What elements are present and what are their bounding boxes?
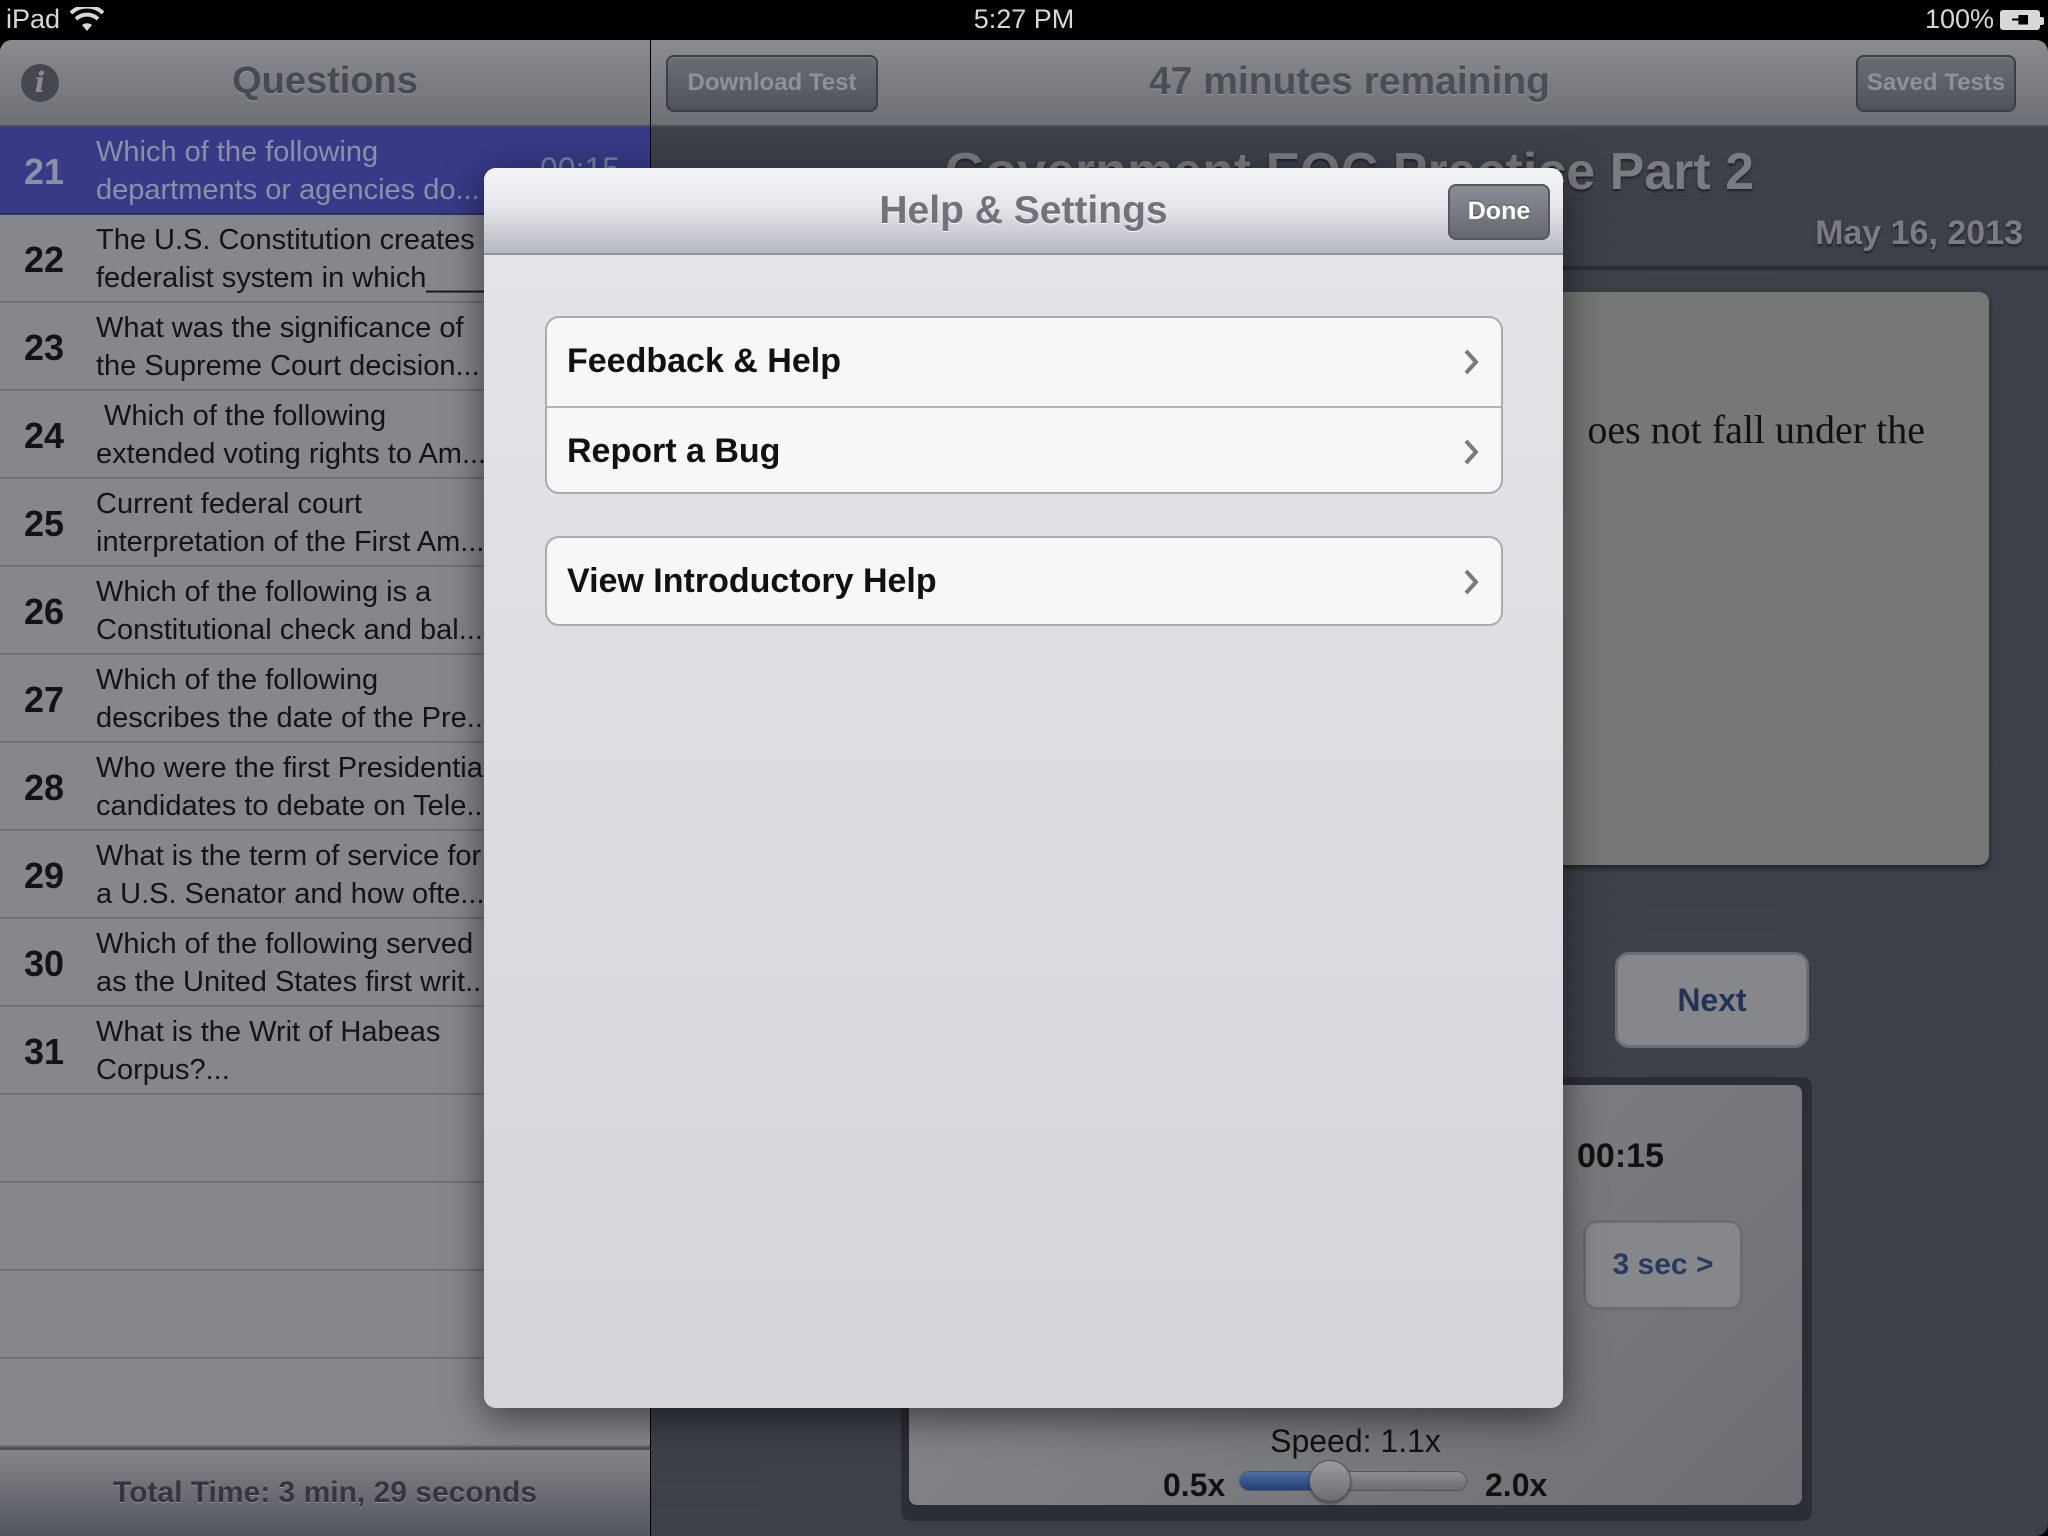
question-number: 23 (24, 327, 65, 368)
elapsed-time: 00:15 (1577, 1137, 1664, 1175)
battery-charging-icon (2000, 9, 2044, 30)
questions-header: i Questions (0, 40, 650, 127)
done-button[interactable]: Done (1448, 184, 1550, 240)
status-right: 100% (1924, 4, 2044, 35)
settings-group-intro: View Introductory Help (545, 536, 1503, 626)
question-number: 28 (24, 767, 65, 808)
question-number: 22 (24, 239, 65, 280)
question-number: 31 (24, 1031, 65, 1072)
question-number: 24 (24, 415, 65, 456)
saved-tests-button[interactable]: Saved Tests (1856, 55, 2016, 112)
modal-title: Help & Settings (879, 189, 1168, 232)
chevron-right-icon (1464, 349, 1479, 375)
question-number: 25 (24, 503, 65, 544)
speed-slider-thumb[interactable] (1309, 1460, 1352, 1502)
cell-label: Report a Bug (567, 432, 781, 470)
total-time-footer: Total Time: 3 min, 29 seconds (0, 1447, 650, 1536)
introductory-help-cell[interactable]: View Introductory Help (547, 538, 1501, 624)
test-date: May 16, 2013 (1815, 214, 2023, 252)
chevron-right-icon (1464, 439, 1479, 465)
status-bar: iPad 5:27 PM 100% (0, 0, 2048, 40)
test-toolbar: Download Test 47 minutes remaining Saved… (651, 40, 2048, 127)
cell-label: Feedback & Help (567, 342, 841, 380)
chevron-right-icon (1464, 569, 1479, 595)
questions-title: Questions (232, 60, 418, 102)
skip-forward-button[interactable]: 3 sec > (1583, 1220, 1743, 1310)
question-number: 21 (24, 151, 65, 192)
cell-label: View Introductory Help (567, 562, 937, 600)
question-number: 27 (24, 679, 65, 720)
speed-label: Speed: 1.1x (1270, 1423, 1441, 1459)
time-remaining: 47 minutes remaining (1149, 60, 1550, 103)
question-number: 26 (24, 591, 65, 632)
feedback-help-cell[interactable]: Feedback & Help (547, 318, 1501, 406)
modal-header: Help & Settings Done (484, 168, 1563, 255)
next-button[interactable]: Next (1615, 952, 1809, 1048)
question-text: oes not fall under the (1587, 407, 1925, 452)
question-number: 29 (24, 855, 65, 896)
report-bug-cell[interactable]: Report a Bug (547, 406, 1501, 492)
total-time: Total Time: 3 min, 29 seconds (112, 1476, 537, 1509)
settings-group-help: Feedback & Help Report a Bug (545, 316, 1503, 494)
speed-min-label: 0.5x (1163, 1467, 1226, 1503)
speed-slider[interactable] (1239, 1460, 1467, 1502)
battery-percent: 100% (1924, 4, 1994, 34)
speed-max-label: 2.0x (1485, 1467, 1548, 1503)
status-time: 5:27 PM (973, 4, 1075, 34)
help-settings-modal: Help & Settings Done Feedback & Help Rep… (484, 168, 1563, 1408)
question-number: 30 (24, 943, 65, 984)
